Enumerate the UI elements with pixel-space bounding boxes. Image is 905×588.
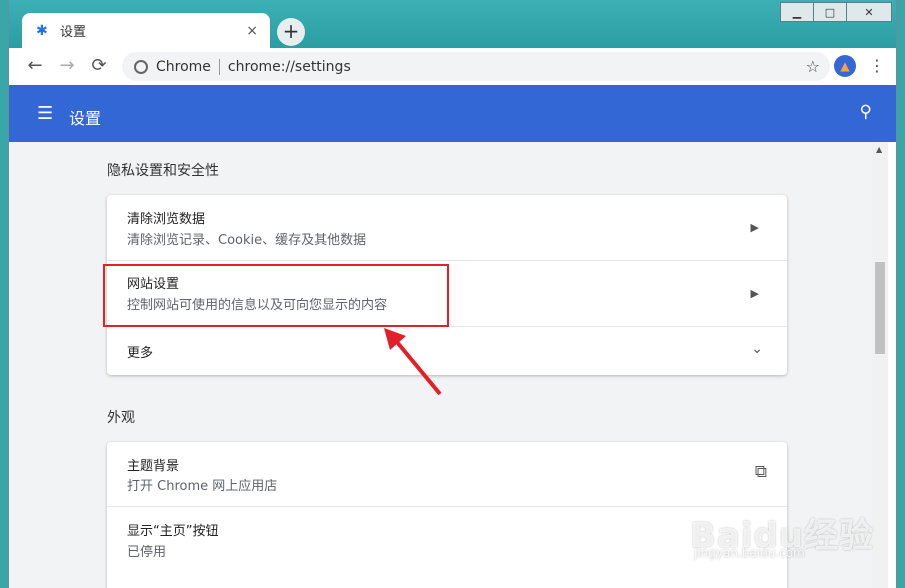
tab-title: 设置 <box>60 25 87 40</box>
chrome-frame: ✱ 设置 × + ▁ □ ✕ ← → ⟳ Chrome chrome://set… <box>8 0 897 588</box>
tab-close-icon[interactable]: × <box>246 23 258 39</box>
hamburger-menu-icon[interactable]: ☰ <box>37 103 53 124</box>
annotation-arrow <box>384 328 442 396</box>
row-subtitle: 控制网站可使用的信息以及可向您显示的内容 <box>127 298 388 313</box>
chevron-down-icon: ⌄ <box>751 341 763 357</box>
browser-menu-icon[interactable]: ⋮ <box>869 56 885 75</box>
clear-browsing-data-row[interactable]: 清除浏览数据 清除浏览记录、Cookie、缓存及其他数据 ▶ <box>107 195 787 261</box>
scroll-up-icon[interactable]: ▲ <box>876 145 882 154</box>
omnibox-divider <box>218 58 220 75</box>
tab-settings[interactable]: ✱ 设置 × <box>22 13 270 48</box>
window-controls: ▁ □ ✕ <box>780 2 892 22</box>
row-title: 网站设置 <box>127 277 180 292</box>
arrow-right-icon: ▶ <box>750 221 759 234</box>
reload-button[interactable]: ⟳ <box>87 54 111 78</box>
browser-toolbar: ← → ⟳ Chrome chrome://settings ☆ ▲ ⋮ <box>9 48 896 85</box>
appearance-card: 主题背景 打开 Chrome 网上应用店 ⧉ 显示“主页”按钮 已停用 <box>107 442 787 588</box>
site-settings-row[interactable]: 网站设置 控制网站可使用的信息以及可向您显示的内容 ▶ <box>107 261 787 327</box>
site-chip: Chrome <box>156 58 211 75</box>
open-in-new-icon[interactable]: ⧉ <box>755 462 767 482</box>
section-appearance-heading: 外观 <box>107 410 135 426</box>
back-button[interactable]: ← <box>23 54 47 78</box>
gear-icon: ✱ <box>36 22 48 39</box>
row-subtitle: 打开 Chrome 网上应用店 <box>127 479 278 494</box>
row-title: 主题背景 <box>127 459 180 474</box>
maximize-button[interactable]: □ <box>813 2 847 22</box>
row-title: 更多 <box>127 346 154 361</box>
row-subtitle: 已停用 <box>127 545 167 560</box>
browser-window: ✱ 设置 × + ▁ □ ✕ ← → ⟳ Chrome chrome://set… <box>0 0 905 588</box>
theme-row[interactable]: 主题背景 打开 Chrome 网上应用店 ⧉ <box>107 442 787 507</box>
bookmark-star-icon[interactable]: ☆ <box>806 57 820 76</box>
page-scrollbar[interactable]: ▲ <box>872 142 888 588</box>
scrollbar-thumb[interactable] <box>875 262 885 354</box>
address-bar[interactable]: Chrome chrome://settings ☆ <box>122 52 830 81</box>
close-button[interactable]: ✕ <box>846 2 892 22</box>
page-title: 设置 <box>69 109 102 128</box>
search-icon[interactable]: ⚲ <box>860 102 872 122</box>
row-title: 显示“主页”按钮 <box>127 524 219 539</box>
profile-avatar[interactable]: ▲ <box>834 55 856 77</box>
forward-button[interactable]: → <box>55 54 79 78</box>
url-text[interactable]: chrome://settings <box>228 59 806 75</box>
settings-header: ☰ 设置 ⚲ <box>9 85 896 142</box>
home-button-row[interactable]: 显示“主页”按钮 已停用 <box>107 507 787 572</box>
row-subtitle: 清除浏览记录、Cookie、缓存及其他数据 <box>127 233 367 248</box>
tab-strip: ✱ 设置 × + ▁ □ ✕ <box>9 0 896 48</box>
chrome-site-icon <box>134 59 148 74</box>
baidu-watermark-url: jingyan.baidu.com <box>694 546 805 560</box>
row-title: 清除浏览数据 <box>127 212 206 227</box>
arrow-right-icon: ▶ <box>750 287 759 300</box>
minimize-button[interactable]: ▁ <box>780 2 814 22</box>
section-privacy-heading: 隐私设置和安全性 <box>107 163 219 179</box>
new-tab-button[interactable]: + <box>277 18 305 46</box>
